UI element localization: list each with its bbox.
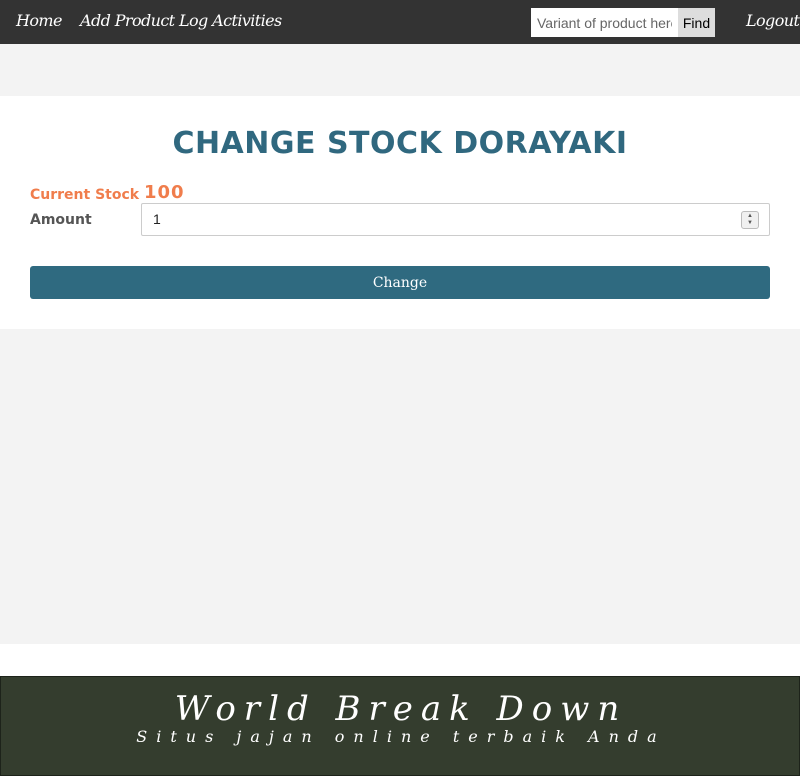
change-button[interactable]: Change [30, 266, 770, 299]
change-stock-card: CHANGE STOCK DORAYAKI Current Stock 100 … [0, 96, 800, 329]
top-navbar: Home Add Product Log Activities Find Log… [0, 0, 800, 44]
chevron-down-icon[interactable]: ▼ [747, 220, 753, 227]
nav-home-link[interactable]: Home [16, 11, 62, 30]
find-button[interactable]: Find [678, 8, 715, 37]
amount-stepper[interactable]: ▲ ▼ [741, 211, 759, 229]
nav-log-activities-link[interactable]: Log Activities [179, 11, 282, 30]
page-background-top [0, 44, 800, 96]
nav-add-product-link[interactable]: Add Product [80, 11, 175, 30]
search-input[interactable] [531, 8, 678, 37]
current-stock-label: Current Stock [30, 187, 140, 203]
page-background-bottom [0, 329, 800, 644]
site-footer: World Break Down Situs jajan online terb… [0, 676, 800, 776]
logout-link[interactable]: Logout [746, 11, 800, 30]
footer-subtitle: Situs jajan online terbaik Anda [136, 727, 666, 746]
amount-field[interactable]: 1 ▲ ▼ [141, 203, 770, 236]
footer-title: World Break Down [174, 689, 628, 729]
current-stock-value: 100 [144, 182, 185, 203]
page-title: CHANGE STOCK DORAYAKI [172, 126, 628, 161]
amount-label: Amount [30, 212, 92, 228]
chevron-up-icon[interactable]: ▲ [747, 213, 753, 220]
amount-value: 1 [153, 211, 161, 227]
